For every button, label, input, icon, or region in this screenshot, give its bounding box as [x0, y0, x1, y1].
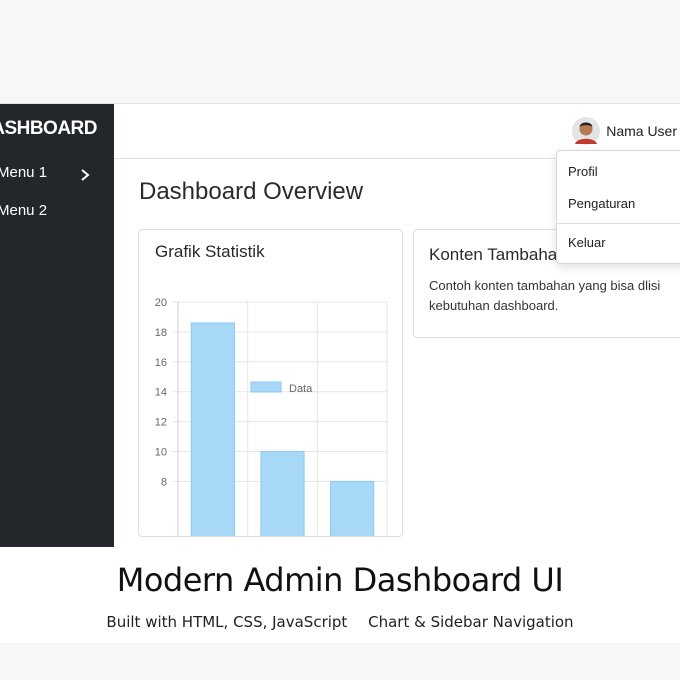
sidebar-item-menu-2[interactable]: Menu 2 — [0, 202, 47, 219]
bar-mei — [330, 480, 375, 536]
caption-banner: Modern Admin Dashboard UI Built with HTM… — [0, 547, 680, 643]
extra-card-title: Konten Tambahan — [429, 245, 567, 264]
menu-item-keluar[interactable]: Keluar — [568, 235, 606, 250]
caption-subtitle: Built with HTML, CSS, JavaScript Chart &… — [0, 613, 680, 631]
legend-swatch — [250, 381, 282, 393]
caption-title: Modern Admin Dashboard UI — [116, 561, 564, 599]
y-tick-label: 12 — [155, 417, 167, 429]
y-tick-label: 8 — [161, 476, 167, 488]
dashboard-screen: DASHBOARD Menu 1 Menu 2 Nama User Dashbo… — [0, 103, 680, 548]
sidebar-brand: DASHBOARD — [0, 118, 98, 139]
user-menu-toggle[interactable]: Nama User — [572, 116, 677, 146]
menu-item-profil[interactable]: Profil — [568, 164, 598, 179]
y-tick-label: 10 — [155, 447, 167, 459]
caption-subtitle-features: Chart & Sidebar Navigation — [368, 613, 574, 631]
legend-label: Data — [289, 383, 313, 395]
y-tick-label: 16 — [155, 357, 167, 369]
caption-subtitle-tech: Built with HTML, CSS, JavaScript — [106, 613, 348, 631]
y-tick-label: 20 — [155, 297, 167, 309]
extra-card-text: Contoh konten tambahan yang bisa dlisi k… — [429, 278, 661, 313]
sidebar: DASHBOARD Menu 1 Menu 2 — [0, 104, 114, 548]
bar-jan — [190, 322, 235, 536]
bar-feb — [260, 451, 305, 536]
y-tick-label: 14 — [155, 387, 167, 399]
user-dropdown-menu: Profil Pengaturan Keluar — [556, 150, 680, 264]
y-tick-label: 18 — [155, 327, 167, 339]
menu-divider — [557, 223, 680, 224]
user-name: Nama User — [606, 123, 677, 139]
user-avatar-icon — [572, 117, 601, 145]
chevron-right-icon[interactable] — [80, 168, 90, 182]
chart-card: Grafik Statistik 08101214161820JanFebMei… — [138, 229, 403, 537]
sidebar-item-menu-1[interactable]: Menu 1 — [0, 164, 47, 181]
page-title: Dashboard Overview — [139, 178, 364, 205]
menu-item-pengaturan[interactable]: Pengaturan — [568, 196, 635, 211]
bar-chart: 08101214161820JanFebMeiData — [155, 297, 388, 536]
